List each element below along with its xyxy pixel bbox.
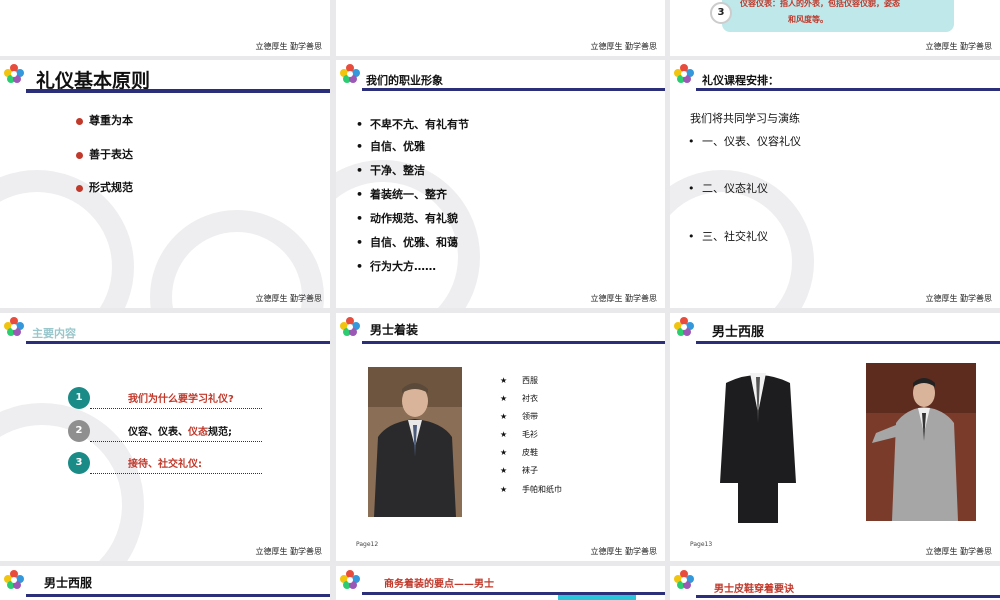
title-bar <box>26 341 330 344</box>
slide-bottom-left[interactable]: 男士西服 <box>0 566 330 600</box>
list-item: • 行为大方…… <box>356 260 436 273</box>
title-bar <box>362 341 665 344</box>
signature: 立德厚生 勤学善思 <box>925 294 992 303</box>
accent-block <box>558 595 636 600</box>
man-in-suit-photo <box>368 367 462 517</box>
suit-photo <box>716 363 800 523</box>
slide-course-schedule[interactable]: 礼仪课程安排： 我们将共同学习与演练 • 一、仪表、仪容礼仪 • 二、仪态礼仪 • 三… <box>670 60 1000 308</box>
list-item: • 自信、优雅 <box>356 140 425 153</box>
signature: 立德厚生 勤学善思 <box>590 547 657 556</box>
list-item: • 二、仪态礼仪 <box>688 182 768 195</box>
slide-title: 男士西服 <box>44 576 93 590</box>
callout-badge: 3 <box>710 2 732 24</box>
list-item: ★ 皮鞋 <box>500 448 538 457</box>
man-in-gray-suit-photo <box>866 363 976 521</box>
list-item: • 自信、优雅、和蔼 <box>356 236 458 249</box>
slide-bottom-middle[interactable]: 商务着装的要点——男士 <box>336 566 665 600</box>
list-item: ★ 毛衫 <box>500 430 538 439</box>
list-item: 善于表达 <box>76 146 133 162</box>
slide-title: 商务着装的要点——男士 <box>384 579 494 590</box>
slide-title: 男士西服 <box>712 325 765 340</box>
list-item: ★ 袜子 <box>500 466 538 475</box>
slide-professional-image[interactable]: 我们的职业形象 • 不卑不亢、有礼有节 • 自信、优雅 • 干净、整洁 • 着装统一、整… <box>336 60 665 308</box>
slide-top-right[interactable]: 3 仪容仪表：指人的外表，包括仪容仪貌，姿态 和风度等。 立德厚生 勤学善思 <box>670 0 1000 56</box>
slide-top-middle[interactable]: 立德厚生 勤学善思 <box>336 0 665 56</box>
list-item: • 一、仪表、仪容礼仪 <box>688 135 801 148</box>
slide-title: 男士皮鞋穿着要诀 <box>714 584 794 595</box>
slide-bottom-right[interactable]: 男士皮鞋穿着要诀 <box>670 566 1000 600</box>
title-bar <box>696 88 1000 91</box>
slide-men-suit[interactable]: 男士西服 Page13 立德厚生 勤学善思 <box>670 313 1000 561</box>
title-bar <box>26 594 330 597</box>
signature: 立德厚生 勤学善思 <box>925 547 992 556</box>
bullet-icon <box>76 151 83 159</box>
slide-title: 礼仪课程安排： <box>702 74 779 87</box>
list-item: • 干净、整洁 <box>356 164 425 177</box>
title-bar <box>26 89 330 93</box>
slide-title: 主要内容 <box>32 327 76 340</box>
contents-item-1: 我们为什么要学习礼仪? <box>128 394 234 405</box>
list-item: • 不卑不亢、有礼有节 <box>356 118 469 131</box>
flower-logo-icon <box>674 317 694 336</box>
flower-logo-icon <box>340 570 360 589</box>
divider <box>90 408 262 410</box>
flower-logo-icon <box>4 64 24 83</box>
slide-main-contents[interactable]: 主要内容 1 我们为什么要学习礼仪? 2 仪容、仪表、仪态规范; 3 接待、社交… <box>0 313 330 561</box>
signature: 立德厚生 勤学善思 <box>255 547 322 556</box>
list-item: 尊重为本 <box>76 112 133 128</box>
callout-text-line1: 仪容仪表：指人的外表，包括仪容仪貌，姿态 <box>740 0 900 8</box>
slide-top-left[interactable]: 立德厚生 勤学善思 <box>0 0 330 56</box>
intro-text: 我们将共同学习与演练 <box>690 112 800 125</box>
slide-title: 男士着装 <box>370 323 419 337</box>
flower-logo-icon <box>4 570 24 589</box>
step-badge: 3 <box>68 452 90 474</box>
signature: 立德厚生 勤学善思 <box>590 294 657 303</box>
list-item: • 三、社交礼仪 <box>688 230 768 243</box>
list-item: ★ 领带 <box>500 412 538 421</box>
page-number: Page13 <box>690 541 713 548</box>
signature: 立德厚生 勤学善思 <box>255 294 322 303</box>
list-item: ★ 手帕和纸巾 <box>500 485 562 494</box>
divider <box>90 441 262 443</box>
signature: 立德厚生 勤学善思 <box>925 42 992 51</box>
step-badge: 2 <box>68 420 90 442</box>
flower-logo-icon <box>674 64 694 83</box>
list-item: 形式规范 <box>76 179 133 195</box>
list-item: • 着装统一、整齐 <box>356 188 447 201</box>
callout-text-line2: 和风度等。 <box>788 15 828 24</box>
title-bar <box>696 595 1000 598</box>
slide-principles[interactable]: 礼仪基本原则 尊重为本 善于表达 形式规范 立德厚生 勤学善思 <box>0 60 330 308</box>
title-bar <box>696 341 1000 344</box>
list-item: ★ 西服 <box>500 376 538 385</box>
step-badge: 1 <box>68 387 90 409</box>
slide-men-dress[interactable]: 男士着装 ★ 西服 ★ 衬衣 ★ 领带 ★ 毛衫 ★ 皮鞋 ★ 袜子 ★ 手帕和纸巾 Page… <box>336 313 665 561</box>
flower-logo-icon <box>340 64 360 83</box>
slide-title: 我们的职业形象 <box>366 74 443 87</box>
list-item: ★ 衬衣 <box>500 394 538 403</box>
bullet-icon <box>76 184 83 192</box>
flower-logo-icon <box>340 317 360 336</box>
list-item: • 动作规范、有礼貌 <box>356 212 458 225</box>
page-number: Page12 <box>356 541 379 548</box>
flower-logo-icon <box>4 317 24 336</box>
contents-item-3: 接待、社交礼仪: <box>128 459 202 470</box>
contents-item-2: 仪容、仪表、仪态规范; <box>128 427 232 438</box>
divider <box>90 473 262 475</box>
signature: 立德厚生 勤学善思 <box>255 42 322 51</box>
title-bar <box>362 88 665 91</box>
bullet-icon <box>76 117 83 125</box>
flower-logo-icon <box>674 570 694 589</box>
signature: 立德厚生 勤学善思 <box>590 42 657 51</box>
